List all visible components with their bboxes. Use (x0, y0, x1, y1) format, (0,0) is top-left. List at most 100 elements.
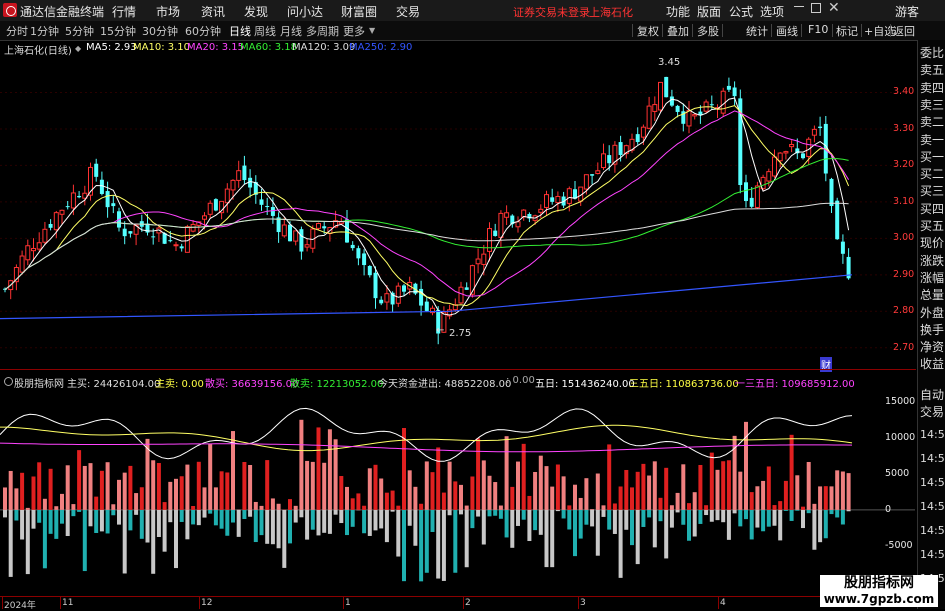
candle-body[interactable] (100, 180, 104, 194)
candle-body[interactable] (362, 253, 366, 265)
sidebar-item[interactable]: 买五 (920, 217, 944, 234)
sidebar-item[interactable]: 自动 (920, 386, 944, 403)
sidebar-item[interactable]: 外盘 (920, 304, 944, 321)
capital-flow-indicator-chart[interactable] (0, 388, 915, 596)
candle-body[interactable] (271, 207, 275, 216)
candle-body[interactable] (128, 231, 132, 233)
candle-body[interactable] (556, 196, 560, 202)
btn-duogu[interactable]: 多股 (697, 23, 719, 39)
candle-body[interactable] (402, 285, 406, 291)
candle-body[interactable] (111, 203, 115, 206)
candle-body[interactable] (49, 224, 53, 228)
sidebar-item[interactable]: 涨跌 (920, 252, 944, 269)
menu-hangqing[interactable]: 行情 (112, 3, 136, 20)
candle-body[interactable] (539, 209, 543, 212)
candle-body[interactable] (351, 245, 355, 248)
candle-body[interactable] (476, 259, 480, 264)
candle-body[interactable] (106, 191, 110, 207)
candle-body[interactable] (505, 213, 509, 218)
period-5min[interactable]: 5分钟 (65, 23, 94, 39)
login-notice[interactable]: 证券交易未登录 (513, 4, 590, 20)
candle-body[interactable] (619, 142, 623, 155)
candle-body[interactable] (790, 145, 794, 147)
sidebar-item[interactable]: 买二 (920, 165, 944, 182)
candle-body[interactable] (482, 254, 486, 264)
menu-banmian[interactable]: 版面 (697, 3, 721, 20)
candle-body[interactable] (767, 172, 771, 181)
guest-label[interactable]: 游客 (895, 3, 919, 20)
candle-body[interactable] (66, 206, 70, 207)
sidebar-item[interactable]: 交易 (920, 403, 944, 420)
btn-f10[interactable]: F10 (808, 23, 828, 36)
sidebar-item[interactable]: 现价 (920, 234, 944, 251)
candle-body[interactable] (77, 196, 81, 197)
candle-body[interactable] (151, 236, 155, 237)
candle-body[interactable] (830, 179, 834, 206)
candle-body[interactable] (687, 111, 691, 126)
candle-body[interactable] (818, 127, 822, 128)
period-30min[interactable]: 30分钟 (142, 23, 178, 39)
candle-body[interactable] (584, 175, 588, 189)
candle-body[interactable] (801, 153, 805, 158)
candle-body[interactable] (773, 157, 777, 176)
menu-gongshi[interactable]: 公式 (729, 3, 753, 20)
candle-body[interactable] (493, 231, 497, 236)
candle-body[interactable] (242, 166, 246, 180)
candle-body[interactable] (664, 77, 668, 97)
candle-body[interactable] (26, 246, 30, 260)
candle-body[interactable] (596, 171, 600, 174)
menu-jiaoyi[interactable]: 交易 (396, 3, 420, 20)
candle-body[interactable] (54, 213, 58, 230)
candle-body[interactable] (20, 256, 24, 272)
candle-body[interactable] (459, 287, 463, 303)
candle-body[interactable] (385, 294, 389, 302)
candle-body[interactable] (305, 245, 309, 247)
candle-body[interactable] (225, 189, 229, 203)
period-monthly[interactable]: 月线 (280, 23, 302, 39)
btn-fanhui[interactable]: 返回 (893, 23, 915, 39)
candle-body[interactable] (755, 186, 759, 208)
period-multi[interactable]: 多周期 (306, 23, 339, 39)
sidebar-item[interactable]: 卖一 (920, 131, 944, 148)
minimize-icon[interactable] (794, 6, 804, 7)
candle-body[interactable] (676, 106, 680, 112)
sidebar-item[interactable]: 涨幅 (920, 269, 944, 286)
candle-body[interactable] (60, 210, 64, 214)
menu-wenxiaoda[interactable]: 问小达 (287, 3, 323, 20)
candle-body[interactable] (43, 229, 47, 242)
chevron-down-icon[interactable]: ◆ (75, 44, 81, 53)
sidebar-item[interactable]: 卖二 (920, 113, 944, 130)
candle-body[interactable] (168, 240, 172, 241)
candle-body[interactable] (750, 198, 754, 207)
candle-body[interactable] (294, 231, 298, 241)
sidebar-item[interactable]: 卖四 (920, 79, 944, 96)
period-weekly[interactable]: 周线 (254, 23, 276, 39)
candle-body[interactable] (590, 174, 594, 176)
candle-body[interactable] (339, 222, 343, 224)
candle-body[interactable] (607, 155, 611, 163)
sidebar-item[interactable]: 换手 (920, 321, 944, 338)
candle-body[interactable] (174, 245, 178, 246)
candle-body[interactable] (647, 106, 651, 128)
menu-xuanxiang[interactable]: 选项 (760, 3, 784, 20)
candle-body[interactable] (602, 154, 606, 168)
candle-body[interactable] (374, 273, 378, 298)
sidebar-item[interactable]: 总量 (920, 286, 944, 303)
candle-body[interactable] (499, 213, 503, 237)
indicator-settings-icon[interactable] (4, 377, 13, 386)
candle-body[interactable] (516, 222, 520, 227)
btn-diejia[interactable]: 叠加 (667, 23, 689, 39)
menu-shichang[interactable]: 市场 (156, 3, 180, 20)
candle-body[interactable] (203, 216, 207, 219)
candle-body[interactable] (653, 105, 657, 112)
sidebar-item[interactable]: 委比 (920, 44, 944, 61)
candle-body[interactable] (425, 302, 429, 311)
menu-gongneng[interactable]: 功能 (666, 3, 690, 20)
sidebar-item[interactable]: 收益 (920, 355, 944, 372)
period-daily[interactable]: 日线 (229, 23, 251, 39)
candle-body[interactable] (641, 127, 645, 137)
menu-caifuquan[interactable]: 财富圈 (341, 3, 377, 20)
btn-huaxian[interactable]: 画线 (776, 23, 798, 39)
candle-body[interactable] (835, 201, 839, 240)
candle-body[interactable] (32, 248, 36, 250)
